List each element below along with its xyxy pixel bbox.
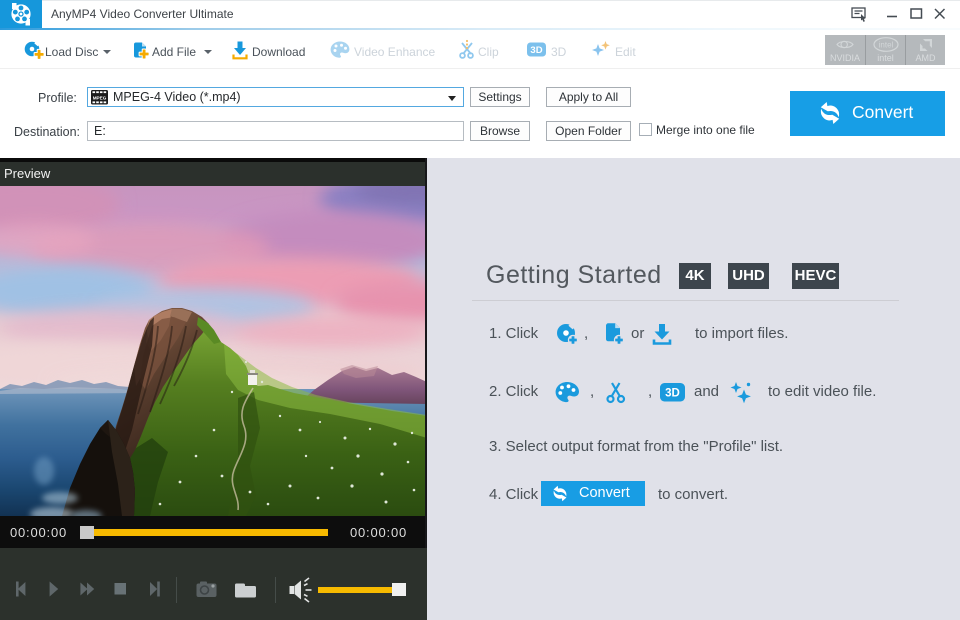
svg-text:intel: intel xyxy=(879,41,894,50)
svg-text:MPEG: MPEG xyxy=(93,95,107,100)
svg-text:3D: 3D xyxy=(530,45,542,56)
svg-text:3D: 3D xyxy=(665,388,680,400)
